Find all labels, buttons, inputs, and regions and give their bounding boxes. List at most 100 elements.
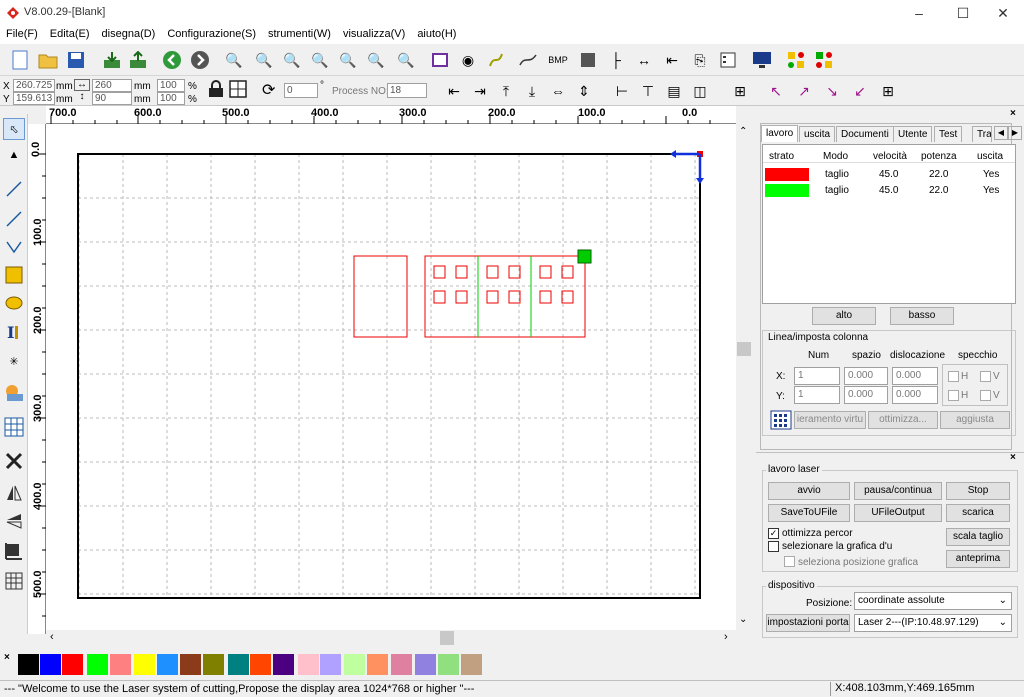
table-row[interactable]: taglio 45.0 22.0 Yes <box>763 183 1015 198</box>
virtual-array-button[interactable]: ieramento virtu <box>794 411 866 429</box>
lock-ratio-icon[interactable] <box>207 80 225 98</box>
close-button[interactable]: ✕ <box>980 0 1024 26</box>
align-center-v-icon[interactable]: ⇕ <box>572 79 596 103</box>
laser-select[interactable]: Laser 2---(IP:10.48.97.129) ⌄ <box>854 614 1012 632</box>
mirror-h-tool-icon[interactable] <box>3 482 25 504</box>
move-top-left-icon[interactable]: ↖ <box>764 79 788 103</box>
palette-swatch[interactable] <box>87 654 108 675</box>
layer-down-button[interactable]: basso <box>890 307 954 325</box>
tab-scroll-right-icon[interactable]: ▶ <box>1008 126 1022 140</box>
grid-snap-icon[interactable] <box>784 48 808 72</box>
panel-close-icon[interactable]: × <box>1010 452 1016 463</box>
zoom-page-icon[interactable]: 🔍 <box>308 48 332 72</box>
drawing-canvas[interactable] <box>46 124 736 634</box>
palette-swatch[interactable] <box>367 654 388 675</box>
scale-x-field[interactable]: 100 <box>157 79 185 92</box>
width-lock-icon[interactable]: ↔ <box>74 79 90 91</box>
palette-swatch[interactable] <box>228 654 249 675</box>
palette-swatch[interactable] <box>40 654 61 675</box>
menu-draw[interactable]: disegna(D) <box>96 26 162 40</box>
move-center-icon[interactable]: ⊞ <box>876 79 900 103</box>
menu-tools[interactable]: strumenti(W) <box>262 26 337 40</box>
palette-swatch[interactable] <box>391 654 412 675</box>
palette-swatch[interactable] <box>438 654 459 675</box>
y-position-field[interactable]: 159.613 <box>13 92 55 105</box>
node-edit-tool-icon[interactable]: ▲ <box>3 144 25 166</box>
scroll-thumb[interactable] <box>737 342 751 356</box>
height-field[interactable]: 90 <box>92 92 132 105</box>
delete-tool-icon[interactable] <box>3 450 25 472</box>
process-number-field[interactable]: 18 <box>387 83 427 98</box>
menu-view[interactable]: visualizza(V) <box>337 26 411 40</box>
node-snap-icon[interactable] <box>812 48 836 72</box>
palette-swatch[interactable] <box>461 654 482 675</box>
port-settings-button[interactable]: impostazioni porta <box>766 614 850 632</box>
ufile-output-button[interactable]: UFileOutput <box>854 504 942 522</box>
rectangle-tool-icon[interactable] <box>3 264 25 286</box>
width-icon[interactable]: ↔ <box>632 48 656 72</box>
palette-swatch[interactable] <box>110 654 131 675</box>
stop-button[interactable]: Stop <box>946 482 1010 500</box>
curve-tool-icon[interactable] <box>3 236 25 258</box>
layer-color-swatch[interactable] <box>765 168 809 181</box>
width-field[interactable]: 260 <box>92 79 132 92</box>
select-graphic-checkbox[interactable] <box>768 541 779 552</box>
mirror-y-v-checkbox[interactable] <box>980 390 991 401</box>
scroll-up-arrow-icon[interactable]: ⌃ <box>739 126 747 137</box>
cut-scale-button[interactable]: scala taglio <box>946 528 1010 546</box>
palette-swatch[interactable] <box>62 654 83 675</box>
palette-swatch[interactable] <box>344 654 365 675</box>
palette-swatch[interactable] <box>18 654 39 675</box>
start-button[interactable]: avvio <box>768 482 850 500</box>
palette-swatch[interactable] <box>134 654 155 675</box>
rotate-icon[interactable]: ⟳ <box>262 80 275 100</box>
panel-close-icon[interactable]: × <box>1010 108 1016 119</box>
mirror-v-tool-icon[interactable] <box>3 510 25 532</box>
curve-edit-icon[interactable] <box>484 48 508 72</box>
mirror-x-v-checkbox[interactable] <box>980 371 991 382</box>
save-to-file-button[interactable]: SaveToUFile <box>768 504 850 522</box>
palette-swatch[interactable] <box>157 654 178 675</box>
line-icon[interactable] <box>516 48 540 72</box>
angle-field[interactable]: 0 <box>284 83 318 98</box>
tab-lavoro[interactable]: lavoro <box>761 125 799 142</box>
optimize-path-checkbox[interactable]: ✓ <box>768 528 779 539</box>
scroll-thumb[interactable] <box>440 631 454 645</box>
same-width-icon[interactable]: ▤ <box>662 79 686 103</box>
x-position-field[interactable]: 260.725 <box>13 79 55 92</box>
array-y-num-field[interactable]: 1 <box>794 386 840 404</box>
zoom-plus-icon[interactable]: 🔍 <box>252 48 276 72</box>
polyline-tool-icon[interactable] <box>3 208 25 230</box>
select-tool-icon[interactable]: ⬁ <box>3 118 25 140</box>
zoom-in-icon[interactable]: 🔍 <box>222 48 246 72</box>
align-left-icon[interactable]: ⇤ <box>442 79 466 103</box>
bitmap-tool-icon[interactable] <box>3 382 25 404</box>
undo-icon[interactable] <box>160 48 184 72</box>
array-x-disp-field[interactable]: 0.000 <box>892 367 938 385</box>
tab-tra[interactable]: Tra <box>972 126 992 142</box>
adjust-button[interactable]: aggiusta <box>940 411 1010 429</box>
zoom-out-icon[interactable]: 🔍 <box>280 48 304 72</box>
palette-swatch[interactable] <box>180 654 201 675</box>
scale-y-field[interactable]: 100 <box>157 92 185 105</box>
point-icon[interactable]: ◉ <box>456 48 480 72</box>
scroll-left-arrow-icon[interactable]: ‹ <box>50 631 54 643</box>
canvas-horizontal-scrollbar[interactable]: ‹ › <box>46 630 736 646</box>
open-folder-icon[interactable] <box>36 48 60 72</box>
mirror-y-h-checkbox[interactable] <box>948 390 959 401</box>
array-x-space-field[interactable]: 0.000 <box>844 367 888 385</box>
download-button[interactable]: scarica <box>946 504 1010 522</box>
layer-color-swatch[interactable] <box>765 184 809 197</box>
palette-swatch[interactable] <box>320 654 341 675</box>
tab-documenti[interactable]: Documenti <box>836 126 894 142</box>
palette-swatch[interactable] <box>415 654 436 675</box>
printer-icon[interactable]: ⎘ <box>688 48 712 72</box>
redo-icon[interactable] <box>188 48 212 72</box>
align-top-icon[interactable]: ⤒ <box>494 79 518 103</box>
new-file-icon[interactable] <box>8 48 32 72</box>
pause-continue-button[interactable]: pausa/continua <box>854 482 942 500</box>
zoom-fit-icon[interactable]: 🔍 <box>336 48 360 72</box>
grid-array-tool-icon[interactable] <box>3 416 25 438</box>
zoom-select-icon[interactable]: 🔍 <box>364 48 388 72</box>
menu-help[interactable]: aiuto(H) <box>411 26 462 40</box>
